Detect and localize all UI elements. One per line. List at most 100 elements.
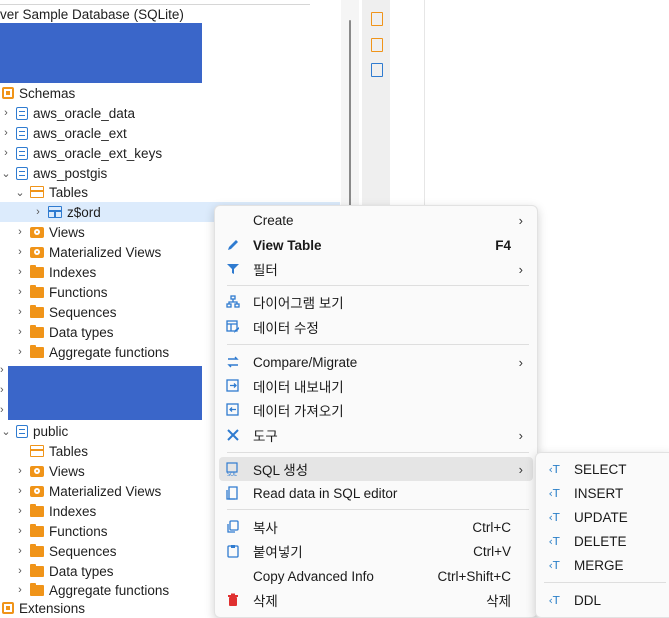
- menu-item-tools[interactable]: 도구 ›: [219, 423, 533, 447]
- menu-item-import-data[interactable]: 데이터 가져오기: [219, 398, 533, 422]
- chevron-right-icon[interactable]: ›: [14, 242, 26, 262]
- tree-item-label: Views: [49, 224, 85, 240]
- menu-item-filter[interactable]: 필터 ›: [219, 257, 533, 281]
- extensions-icon: [2, 602, 14, 614]
- new-script-icon[interactable]: [371, 38, 383, 52]
- chevron-down-icon[interactable]: ⌄: [0, 421, 12, 441]
- sql-generate-icon: ‹T: [548, 462, 560, 476]
- copy-icon: [225, 519, 241, 535]
- chevron-down-icon[interactable]: ⌄: [14, 182, 26, 202]
- chevron-right-icon[interactable]: ›: [14, 461, 26, 481]
- folder-icon: [30, 324, 44, 338]
- tree-item-schemas[interactable]: Schemas: [0, 83, 75, 103]
- chevron-right-icon[interactable]: ›: [0, 404, 4, 416]
- submenu-separator: [544, 582, 666, 583]
- tree-item-label: Sequences: [49, 304, 117, 320]
- tree-item-public-sequences[interactable]: › Sequences: [14, 541, 117, 561]
- tree-item-public-functions[interactable]: › Functions: [14, 521, 108, 541]
- menu-item-shortcut: Ctrl+C: [472, 519, 511, 535]
- chevron-right-icon[interactable]: ›: [14, 501, 26, 521]
- tree-item-extensions[interactable]: Extensions: [0, 598, 85, 618]
- chevron-right-icon[interactable]: ›: [0, 123, 12, 143]
- chevron-right-icon[interactable]: ›: [14, 282, 26, 302]
- connection-label: ver Sample Database (SQLite): [0, 6, 184, 22]
- chevron-right-icon[interactable]: ›: [0, 384, 4, 396]
- tree-item-public-data-types[interactable]: › Data types: [14, 561, 114, 581]
- menu-item-create[interactable]: Create ›: [219, 208, 533, 232]
- tree-item-label: Views: [49, 463, 85, 479]
- submenu-item-insert[interactable]: ‹T INSERT: [540, 481, 666, 505]
- menu-item-view-table[interactable]: View Table F4: [219, 233, 533, 257]
- tree-item-public-views[interactable]: › Views: [14, 461, 85, 481]
- menu-item-copy[interactable]: 복사 Ctrl+C: [219, 515, 533, 539]
- tables-folder-icon: [30, 445, 44, 457]
- submenu-item-update[interactable]: ‹T UPDATE: [540, 505, 666, 529]
- tree-item-materialized-views[interactable]: › Materialized Views: [14, 242, 161, 262]
- schema-icon: [16, 146, 28, 160]
- tree-item-sequences[interactable]: › Sequences: [14, 302, 117, 322]
- tree-item-public-materialized-views[interactable]: › Materialized Views: [14, 481, 161, 501]
- chevron-right-icon: ›: [518, 212, 523, 228]
- views-icon: [30, 465, 44, 477]
- tree-item-public-aggregate-functions[interactable]: › Aggregate functions: [14, 580, 169, 600]
- menu-item-delete[interactable]: 삭제 삭제: [219, 588, 533, 612]
- tree-item-views[interactable]: › Views: [14, 222, 85, 242]
- tree-item-indexes[interactable]: › Indexes: [14, 262, 96, 282]
- tree-item-aws-oracle-data[interactable]: › aws_oracle_data: [0, 103, 135, 123]
- menu-item-read-sql-editor[interactable]: Read data in SQL editor: [219, 481, 533, 505]
- menu-item-label: View Table: [253, 237, 322, 253]
- folder-icon: [30, 344, 44, 358]
- sql-script-icon[interactable]: [371, 12, 383, 26]
- tree-item-label: Data types: [49, 324, 114, 340]
- chevron-right-icon[interactable]: ›: [14, 561, 26, 581]
- chevron-right-icon[interactable]: ›: [14, 222, 26, 242]
- chevron-right-icon[interactable]: ›: [14, 521, 26, 541]
- menu-item-paste[interactable]: 붙여넣기 Ctrl+V: [219, 539, 533, 563]
- tree-item-label: aws_oracle_ext: [33, 125, 127, 141]
- tree-item-aws-postgis[interactable]: ⌄ aws_postgis: [0, 163, 107, 183]
- tree-item-aws-oracle-ext-keys[interactable]: › aws_oracle_ext_keys: [0, 143, 162, 163]
- chevron-right-icon[interactable]: ›: [14, 481, 26, 501]
- chevron-right-icon[interactable]: ›: [14, 302, 26, 322]
- chevron-right-icon[interactable]: ›: [14, 580, 26, 600]
- chevron-right-icon[interactable]: ›: [14, 262, 26, 282]
- menu-item-export-data[interactable]: 데이터 내보내기: [219, 374, 533, 398]
- menu-item-edit-data[interactable]: 데이터 수정: [219, 315, 533, 339]
- submenu-item-delete[interactable]: ‹T DELETE: [540, 529, 666, 553]
- chevron-right-icon[interactable]: ›: [14, 541, 26, 561]
- chevron-right-icon[interactable]: ›: [0, 143, 12, 163]
- tree-item-label: Extensions: [19, 600, 86, 616]
- menu-item-diagram[interactable]: 다이어그램 보기: [219, 290, 533, 314]
- chevron-right-icon[interactable]: ›: [0, 364, 4, 376]
- menu-item-shortcut: Ctrl+Shift+C: [437, 568, 511, 584]
- menu-item-copy-advanced[interactable]: Copy Advanced Info Ctrl+Shift+C: [219, 564, 533, 588]
- tree-connection-node[interactable]: ver Sample Database (SQLite): [0, 4, 184, 24]
- bookmark-icon[interactable]: [371, 63, 383, 77]
- submenu-item-select[interactable]: ‹T SELECT: [540, 457, 666, 481]
- tree-item-public-tables[interactable]: Tables: [26, 441, 88, 461]
- folder-icon: [30, 563, 44, 577]
- tree-item-functions[interactable]: › Functions: [14, 282, 108, 302]
- schemas-label: Schemas: [19, 85, 76, 101]
- schemas-icon: [2, 87, 14, 99]
- chevron-down-icon[interactable]: ⌄: [0, 163, 12, 183]
- tree-item-aws-oracle-ext[interactable]: › aws_oracle_ext: [0, 123, 127, 143]
- tree-item-aggregate-functions[interactable]: › Aggregate functions: [14, 342, 169, 362]
- chevron-right-icon[interactable]: ›: [0, 103, 12, 123]
- diagram-icon: [225, 294, 241, 310]
- tree-item-label: Tables: [49, 184, 89, 200]
- menu-item-compare-migrate[interactable]: Compare/Migrate ›: [219, 350, 533, 374]
- submenu-item-merge[interactable]: ‹T MERGE: [540, 553, 666, 577]
- menu-separator: [227, 285, 529, 286]
- chevron-right-icon[interactable]: ›: [14, 322, 26, 342]
- tree-item-public[interactable]: ⌄ public: [0, 421, 68, 441]
- chevron-right-icon[interactable]: ›: [32, 202, 44, 222]
- chevron-right-icon[interactable]: ›: [14, 342, 26, 362]
- submenu-item-ddl[interactable]: ‹T DDL: [540, 588, 666, 612]
- tree-item-data-types[interactable]: › Data types: [14, 322, 114, 342]
- tree-item-public-indexes[interactable]: › Indexes: [14, 501, 96, 521]
- tree-item-tables[interactable]: ⌄ Tables: [14, 182, 88, 202]
- menu-item-sql-generate[interactable]: SQL SQL 생성 ›: [219, 457, 533, 481]
- redacted-block-2: [8, 366, 202, 420]
- menu-item-label: 삭제: [253, 594, 278, 609]
